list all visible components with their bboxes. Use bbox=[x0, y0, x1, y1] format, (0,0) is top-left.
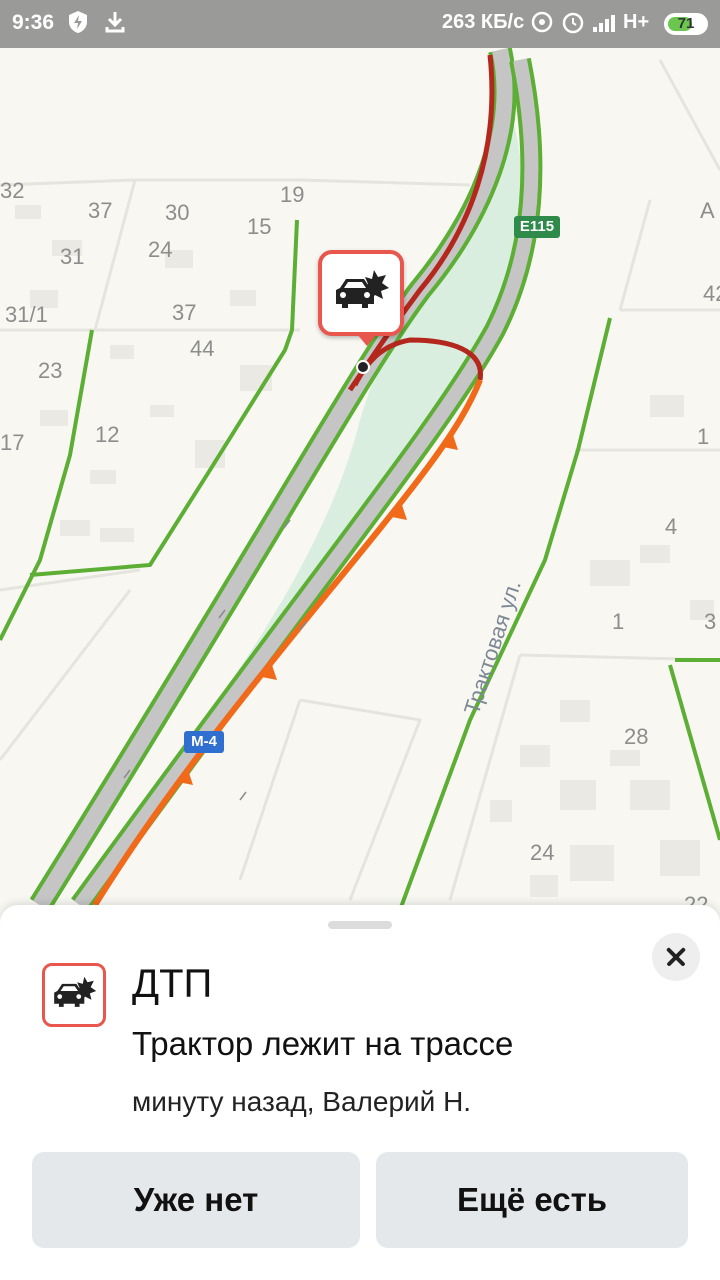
incident-marker[interactable] bbox=[318, 250, 404, 346]
network-speed: 263 КБ/с bbox=[442, 11, 525, 33]
alarm-icon bbox=[560, 10, 586, 41]
map-view[interactable]: E115 M-4 32 37 30 19 15 24 31 31/1 37 44… bbox=[0, 48, 720, 918]
incident-location-dot bbox=[356, 360, 370, 374]
battery-level: 71 bbox=[677, 15, 695, 32]
status-time: 9:36 bbox=[12, 11, 55, 34]
road-badge-e115: E115 bbox=[514, 216, 560, 238]
close-icon[interactable] bbox=[652, 933, 700, 981]
network-type: H+ bbox=[623, 11, 650, 33]
car-crash-icon bbox=[336, 270, 389, 308]
sheet-drag-handle[interactable] bbox=[328, 921, 392, 929]
incident-meta: минуту назад, Валерий Н. bbox=[132, 1086, 472, 1117]
no-longer-button[interactable]: Уже нет bbox=[32, 1152, 360, 1248]
shield-icon bbox=[68, 10, 88, 41]
incident-title: ДТП bbox=[132, 962, 213, 1006]
still-there-button[interactable]: Ещё есть bbox=[376, 1152, 688, 1248]
road-badge-m4: M-4 bbox=[184, 731, 224, 753]
marker-tail bbox=[357, 334, 377, 346]
battery-icon: 71 bbox=[664, 13, 708, 35]
incident-description: Трактор лежит на трассе bbox=[132, 1025, 514, 1062]
status-bar: 9:36 263 КБ/с H+ 71 bbox=[0, 0, 720, 48]
car-crash-icon bbox=[42, 963, 106, 1027]
map-canvas[interactable] bbox=[0, 48, 720, 918]
hotspot-icon bbox=[530, 10, 554, 41]
download-icon bbox=[104, 10, 126, 41]
signal-icon bbox=[592, 10, 620, 41]
